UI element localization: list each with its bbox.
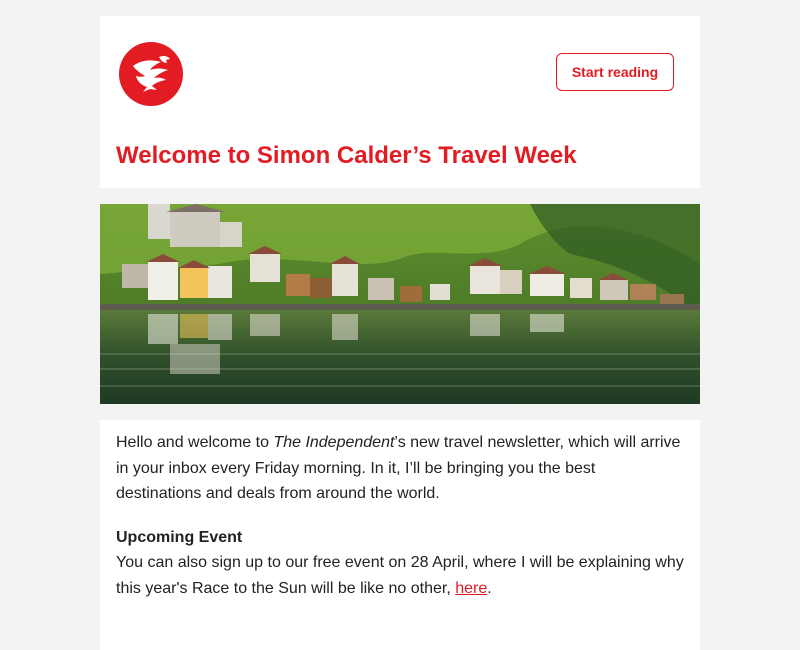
independent-eagle-logo-icon[interactable] [119, 42, 183, 106]
upcoming-event-heading: Upcoming Event [116, 528, 243, 546]
newsletter-title: Welcome to Simon Calder’s Travel Week [116, 142, 577, 169]
event-text: You can also sign up to our free event o… [116, 554, 684, 597]
hero-image-lake-village [100, 204, 700, 404]
event-here-link[interactable]: here [455, 580, 487, 597]
newsletter-header: Start reading Welcome to Simon Calder’s … [100, 16, 700, 188]
newsletter-container: Start reading Welcome to Simon Calder’s … [100, 16, 700, 650]
lake-village-illustration [100, 204, 700, 404]
intro-text-prefix: Hello and welcome to [116, 434, 274, 451]
event-paragraph: You can also sign up to our free event o… [116, 550, 684, 601]
event-text-end: . [487, 579, 492, 597]
newsletter-body: Hello and welcome to The Independent’s n… [100, 420, 700, 650]
start-reading-button[interactable]: Start reading [556, 53, 674, 91]
publication-name: The Independent [273, 434, 395, 451]
eagle-icon [133, 55, 170, 92]
intro-paragraph: Hello and welcome to The Independent’s n… [116, 430, 684, 507]
